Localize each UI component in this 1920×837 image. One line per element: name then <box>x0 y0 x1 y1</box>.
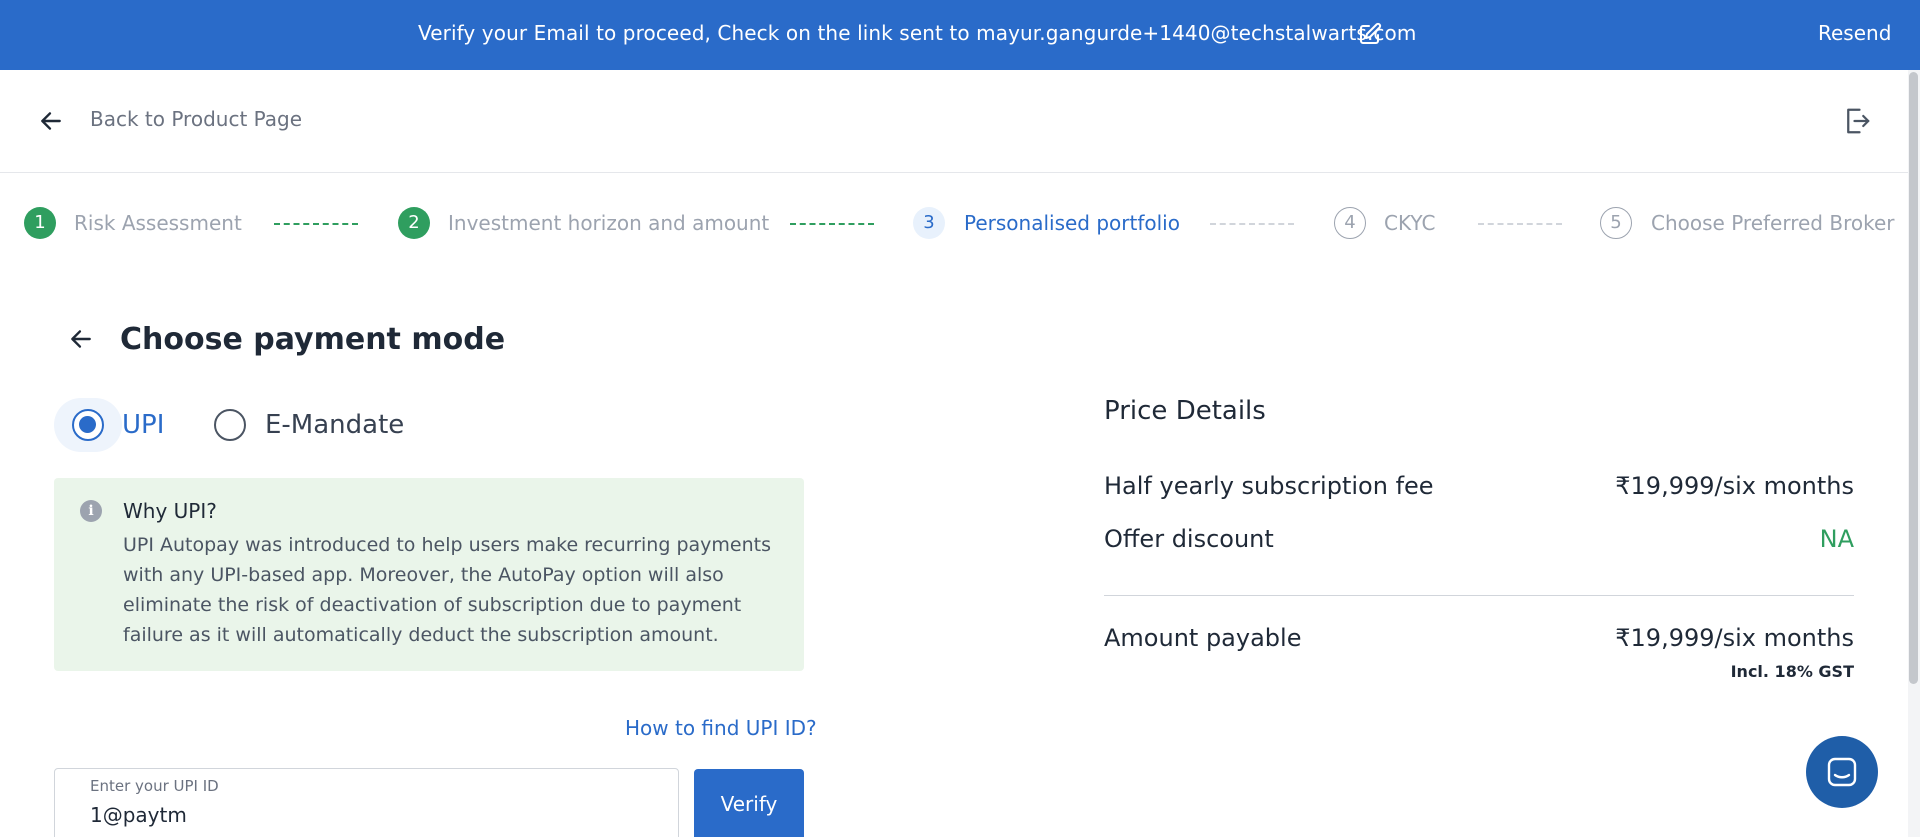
email-verify-banner: Verify your Email to proceed, Check on t… <box>0 0 1920 70</box>
step-3-label: Personalised portfolio <box>964 211 1180 235</box>
step-connector <box>274 223 358 225</box>
upi-radio[interactable] <box>72 409 104 441</box>
offer-discount-value: NA <box>1819 525 1854 553</box>
subscription-fee-label: Half yearly subscription fee <box>1104 472 1434 500</box>
step-5-circle: 5 <box>1600 207 1632 239</box>
back-arrow-icon[interactable] <box>38 108 64 134</box>
amount-payable-label: Amount payable <box>1104 624 1302 652</box>
subscription-fee-value: ₹19,999/six months <box>1615 472 1854 500</box>
progress-stepper: 1 Risk Assessment 2 Investment horizon a… <box>0 206 1910 242</box>
step-1-label: Risk Assessment <box>74 211 242 235</box>
offer-discount-label: Offer discount <box>1104 525 1274 553</box>
step-2-label: Investment horizon and amount <box>448 211 770 235</box>
verify-button[interactable]: Verify <box>694 769 804 837</box>
price-details-title: Price Details <box>1104 396 1266 426</box>
emandate-radio-label[interactable]: E-Mandate <box>265 410 404 440</box>
banner-message: Verify your Email to proceed, Check on t… <box>418 21 1417 45</box>
step-5-label: Choose Preferred Broker <box>1651 211 1895 235</box>
price-divider <box>1104 595 1854 596</box>
page-header: Back to Product Page <box>0 70 1910 173</box>
payment-back-icon[interactable] <box>68 326 94 352</box>
step-2-circle: 2 <box>398 207 430 239</box>
scrollbar-thumb[interactable] <box>1909 72 1918 684</box>
gst-note: Incl. 18% GST <box>1730 662 1854 681</box>
upi-id-field-label: Enter your UPI ID <box>90 777 219 795</box>
info-icon: i <box>80 500 102 522</box>
chat-launcher-button[interactable] <box>1806 736 1878 808</box>
upi-id-input[interactable] <box>90 799 650 831</box>
step-4-label: CKYC <box>1384 211 1436 235</box>
step-connector <box>1210 223 1294 225</box>
emandate-radio[interactable] <box>214 409 246 441</box>
how-to-find-upi-link[interactable]: How to find UPI ID? <box>625 716 817 740</box>
info-title: Why UPI? <box>123 499 217 523</box>
back-to-product-link[interactable]: Back to Product Page <box>90 107 302 131</box>
step-connector <box>1478 223 1562 225</box>
resend-link[interactable]: Resend <box>1818 21 1891 45</box>
edit-email-icon[interactable] <box>1358 22 1382 46</box>
upi-id-field[interactable]: Enter your UPI ID <box>54 768 679 837</box>
chat-icon <box>1827 757 1857 787</box>
page-title: Choose payment mode <box>120 322 506 357</box>
upi-radio-label[interactable]: UPI <box>122 410 164 440</box>
step-1-circle: 1 <box>24 207 56 239</box>
amount-payable-value: ₹19,999/six months <box>1615 624 1854 652</box>
why-upi-info-box: i Why UPI? UPI Autopay was introduced to… <box>54 478 804 671</box>
info-body: UPI Autopay was introduced to help users… <box>123 534 771 646</box>
step-3-circle: 3 <box>913 207 945 239</box>
step-connector <box>790 223 874 225</box>
logout-icon[interactable] <box>1842 106 1872 136</box>
step-4-circle: 4 <box>1334 207 1366 239</box>
